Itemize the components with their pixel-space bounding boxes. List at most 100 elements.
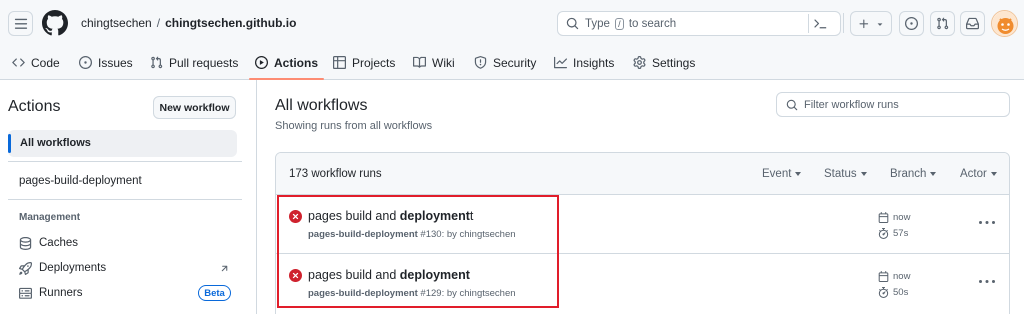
- table-row[interactable]: pages build and deployment pages-build-d…: [276, 253, 1009, 311]
- breadcrumb-separator: /: [156, 16, 161, 30]
- calendar-icon: [878, 270, 889, 282]
- filter-workflow-runs-input[interactable]: Filter workflow runs: [776, 92, 1010, 117]
- avatar[interactable]: [991, 10, 1018, 37]
- command-palette-button[interactable]: [808, 14, 832, 33]
- menu-button[interactable]: [8, 11, 33, 36]
- pull-requests-button[interactable]: [930, 11, 955, 36]
- tab-issues[interactable]: Issues: [79, 46, 133, 79]
- tab-security[interactable]: Security: [474, 46, 536, 79]
- tab-label: Settings: [652, 55, 696, 70]
- search-prefix: Type: [585, 17, 610, 30]
- issue-icon: [79, 56, 92, 69]
- actor-filter-dropdown[interactable]: Actor: [960, 168, 997, 180]
- github-logo[interactable]: [42, 10, 68, 36]
- search-icon: [566, 17, 579, 30]
- run-title-link[interactable]: pages build and deploymentt: [308, 209, 473, 223]
- breadcrumb: chingtsechen / chingtsechen.github.io: [81, 16, 296, 30]
- command-palette-icon: [814, 19, 827, 29]
- sidebar-item-runners[interactable]: Runners: [19, 285, 82, 301]
- global-header: chingtsechen / chingtsechen.github.io Type…: [0, 0, 1024, 46]
- sidebar-item-caches[interactable]: Caches: [19, 235, 78, 251]
- tab-label: Pull requests: [169, 55, 239, 70]
- status-filter-dropdown[interactable]: Status: [824, 168, 867, 180]
- new-workflow-button[interactable]: New workflow: [153, 96, 236, 119]
- code-icon: [12, 58, 25, 67]
- sidebar-item-label: Caches: [39, 237, 78, 249]
- rocket-icon: [19, 261, 32, 275]
- filter-placeholder: Filter workflow runs: [804, 98, 899, 111]
- sidebar-item-label: Runners: [39, 287, 83, 299]
- arrow-up-right-icon: [221, 265, 228, 272]
- pull-request-icon: [937, 17, 949, 30]
- sidebar-border: [256, 80, 257, 314]
- run-duration: 57s: [893, 227, 909, 239]
- caret-down-icon: [860, 171, 867, 176]
- table-icon: [333, 56, 346, 69]
- tab-label: Security: [493, 55, 537, 70]
- status-filter-label: Status: [824, 168, 857, 180]
- tab-actions[interactable]: Actions: [248, 46, 325, 80]
- run-title-text: pages build and: [308, 209, 400, 223]
- header-divider: [843, 13, 844, 33]
- event-filter-dropdown[interactable]: Event: [762, 168, 802, 180]
- repo-nav: Code Issues Pull requests Actions Projec…: [0, 46, 1024, 80]
- run-meta: pages-build-deployment #129: by chingtse…: [308, 288, 516, 299]
- actions-sidebar: Actions New workflow All workflows pages…: [0, 80, 256, 314]
- create-new-button[interactable]: [850, 11, 892, 36]
- kebab-horizontal-icon[interactable]: [979, 274, 995, 290]
- branch-filter-dropdown[interactable]: Branch: [890, 168, 937, 180]
- plus-icon: [859, 19, 868, 28]
- stopwatch-icon: [878, 227, 889, 239]
- caret-down-icon: [990, 171, 997, 176]
- caret-down-icon: [795, 171, 802, 176]
- sidebar-divider: [8, 199, 242, 200]
- kebab-horizontal-icon[interactable]: [979, 215, 995, 231]
- search-suffix: to search: [628, 17, 677, 30]
- book-icon: [413, 56, 426, 68]
- sidebar-item-deployments[interactable]: Deployments: [19, 260, 106, 276]
- run-when: now: [893, 270, 911, 282]
- tab-label: Code: [31, 55, 60, 70]
- management-heading: Management: [19, 212, 81, 223]
- sidebar-item-all-workflows[interactable]: All workflows: [8, 130, 237, 157]
- branch-filter-label: Branch: [890, 168, 927, 180]
- tab-code[interactable]: Code: [12, 46, 60, 79]
- tab-pull-requests[interactable]: Pull requests: [150, 46, 238, 79]
- run-title-bold: deployment: [399, 268, 470, 282]
- sidebar-item-label: All workflows: [20, 137, 91, 149]
- run-meta: pages-build-deployment #130: by chingtse…: [308, 229, 516, 240]
- avatar-image-icon: [992, 11, 1017, 36]
- run-title-text: pages build and: [308, 268, 400, 282]
- sidebar-item-workflow[interactable]: pages-build-deployment: [19, 175, 142, 187]
- run-title-bold: deployment: [399, 209, 470, 223]
- run-title-suffix: t: [469, 209, 474, 223]
- tab-settings[interactable]: Settings: [633, 46, 695, 79]
- repo-link[interactable]: chingtsechen.github.io: [165, 16, 296, 30]
- calendar-icon: [878, 211, 889, 223]
- owner-link[interactable]: chingtsechen: [81, 16, 152, 30]
- tab-label: Actions: [274, 55, 319, 70]
- run-duration: 50s: [893, 286, 909, 298]
- search-input[interactable]: Type / to search: [557, 11, 841, 36]
- issues-button[interactable]: [899, 11, 924, 36]
- stopwatch-icon: [878, 286, 889, 298]
- tab-wiki[interactable]: Wiki: [413, 46, 455, 79]
- runs-list-header: 173 workflow runs Event Status Branch Ac…: [276, 153, 1009, 195]
- inbox-button[interactable]: [960, 11, 985, 36]
- tab-label: Insights: [573, 55, 615, 70]
- menu-icon: [14, 18, 27, 29]
- pull-request-icon: [151, 56, 163, 69]
- tab-label: Issues: [98, 55, 133, 70]
- graph-icon: [554, 56, 567, 69]
- run-title-link[interactable]: pages build and deployment: [308, 268, 470, 282]
- run-timing: now 50s: [878, 268, 910, 300]
- tab-projects[interactable]: Projects: [333, 46, 395, 79]
- caret-down-icon: [877, 22, 882, 26]
- page-subtitle: Showing runs from all workflows: [275, 120, 433, 132]
- search-icon: [786, 99, 798, 110]
- page-title: All workflows: [275, 97, 368, 114]
- run-workflow-name: pages-build-deployment: [308, 229, 418, 240]
- tab-insights[interactable]: Insights: [554, 46, 614, 79]
- shield-icon: [474, 56, 487, 69]
- table-row[interactable]: pages build and deploymentt pages-build-…: [276, 195, 1009, 253]
